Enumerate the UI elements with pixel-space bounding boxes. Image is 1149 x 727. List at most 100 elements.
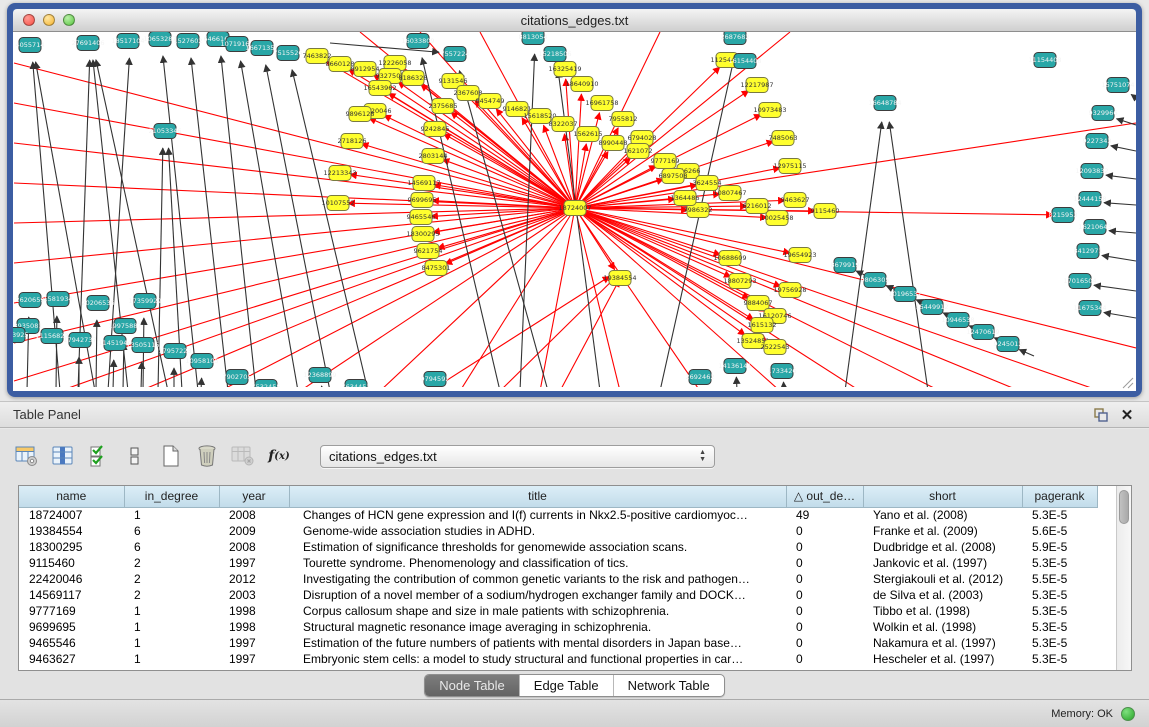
cell[interactable]: Hescheler et al. (1997) [863,651,1022,667]
graph-edge[interactable] [1104,203,1136,205]
cell[interactable]: 0 [786,571,863,587]
cell[interactable]: 0 [786,619,863,635]
cell[interactable]: Embryonic stem cells: a model to study s… [289,651,786,667]
table-row[interactable]: 1938455462009Genome-wide association stu… [19,523,1097,539]
network-window-titlebar[interactable]: citations_edges.txt [13,9,1136,32]
table-settings-button[interactable] [14,443,40,469]
cell[interactable]: 0 [786,555,863,571]
cell[interactable]: Investigating the contribution of common… [289,571,786,587]
column-header-out_de[interactable]: △ out_de… [786,486,863,507]
tab-node-table[interactable]: Node Table [425,675,519,696]
graph-edge[interactable] [113,360,114,387]
cell[interactable]: de Silva et al. (2003) [863,587,1022,603]
cell[interactable]: 19384554 [19,523,124,539]
graph-edge[interactable] [241,61,298,387]
cell[interactable]: 5.9E-5 [1022,539,1097,555]
tab-edge-table[interactable]: Edge Table [519,675,613,696]
cell[interactable]: 0 [786,587,863,603]
column-header-in_degree[interactable]: in_degree [124,486,219,507]
cell[interactable]: Tibbo et al. (1998) [863,603,1022,619]
cell[interactable]: Yano et al. (2008) [863,507,1022,523]
graph-edge[interactable] [1102,255,1136,261]
graph-edge[interactable] [736,377,737,387]
cell[interactable]: 5.3E-5 [1022,555,1097,571]
graph-edge[interactable] [1094,285,1136,291]
row-height-button[interactable] [122,443,148,469]
graph-edge[interactable] [96,320,97,387]
cell[interactable]: Jankovic et al. (1997) [863,555,1022,571]
graph-edge[interactable] [1106,175,1136,179]
cell[interactable]: 1 [124,619,219,635]
cell[interactable]: 9699695 [19,619,124,635]
table-selector-dropdown[interactable]: citations_edges.txt ▲▼ [320,445,715,468]
cell[interactable]: 1 [124,635,219,651]
cell[interactable]: 9465546 [19,635,124,651]
cell[interactable]: 0 [786,635,863,651]
graph-edge[interactable] [660,54,735,387]
graph-edge[interactable] [560,280,619,387]
cell[interactable]: 2008 [219,539,289,555]
cell[interactable]: Genome-wide association studies in ADHD. [289,523,786,539]
graph-edge[interactable] [430,276,610,387]
graph-edge[interactable] [1111,146,1136,151]
table-row[interactable]: 946362711997Embryonic stem cells: a mode… [19,651,1097,667]
network-canvas[interactable]: 7463822866012889129541222605893275031654… [13,32,1136,391]
cell[interactable]: 5.3E-5 [1022,587,1097,603]
memory-status-icon[interactable] [1121,707,1135,721]
graph-edge[interactable] [889,122,928,387]
cell[interactable]: Estimation of significance thresholds fo… [289,539,786,555]
table-row[interactable]: 2242004622012Investigating the contribut… [19,571,1097,587]
cell[interactable]: 1997 [219,651,289,667]
cell[interactable]: Changes of HCN gene expression and I(f) … [289,507,786,523]
cell[interactable]: Disruption of a novel member of a sodium… [289,587,786,603]
select-columns-button[interactable] [86,443,112,469]
graph-edge[interactable] [14,208,575,381]
cell[interactable]: 2012 [219,571,289,587]
cell[interactable]: Corpus callosum shape and size in male p… [289,603,786,619]
cell[interactable]: Nakamura et al. (1997) [863,635,1022,651]
cell[interactable]: Stergiakouli et al. (2012) [863,571,1022,587]
column-header-title[interactable]: title [289,486,786,507]
cell[interactable]: 0 [786,523,863,539]
graph-edge[interactable] [201,378,202,387]
column-header-year[interactable]: year [219,486,289,507]
cell[interactable]: Estimation of the future numbers of pati… [289,635,786,651]
cell[interactable]: 0 [786,603,863,619]
graph-edge[interactable] [783,382,784,387]
table-row[interactable]: 946554611997Estimation of the future num… [19,635,1097,651]
cell[interactable]: 22420046 [19,571,124,587]
graph-edge[interactable] [56,316,57,387]
graph-edge[interactable] [1019,350,1034,356]
cell[interactable]: 18724007 [19,507,124,523]
graph-edge[interactable] [575,208,1136,348]
graph-edge[interactable] [1104,313,1136,318]
graph-edge[interactable] [221,56,256,387]
graph-edge[interactable] [141,362,142,387]
table-row[interactable]: 911546021997Tourette syndrome. Phenomeno… [19,555,1097,571]
graph-edge[interactable] [575,208,1100,387]
cell[interactable]: 5.3E-5 [1022,635,1097,651]
cell[interactable]: 2008 [219,507,289,523]
function-builder-button[interactable]: f(x) [266,443,292,469]
cell[interactable]: 1 [124,507,219,523]
table-row[interactable]: 977716911998Corpus callosum shape and si… [19,603,1097,619]
resize-grip[interactable] [1120,375,1134,389]
delete-rows-button[interactable] [194,443,220,469]
cell[interactable]: 6 [124,523,219,539]
cell[interactable]: 2 [124,571,219,587]
cell[interactable]: 5.3E-5 [1022,603,1097,619]
cell[interactable]: 9115460 [19,555,124,571]
cell[interactable]: 2009 [219,523,289,539]
float-panel-icon[interactable] [1091,406,1111,424]
cell[interactable]: 1998 [219,619,289,635]
cell[interactable]: 1 [124,603,219,619]
cell[interactable]: Wolkin et al. (1998) [863,619,1022,635]
cell[interactable]: 6 [124,539,219,555]
tab-network-table[interactable]: Network Table [613,675,724,696]
cell[interactable]: 2 [124,587,219,603]
table-row[interactable]: 969969511998Structural magnetic resonanc… [19,619,1097,635]
cell[interactable]: 1997 [219,555,289,571]
cell[interactable]: 2003 [219,587,289,603]
column-header-pagerank[interactable]: pagerank [1022,486,1097,507]
show-column-button[interactable] [50,443,76,469]
